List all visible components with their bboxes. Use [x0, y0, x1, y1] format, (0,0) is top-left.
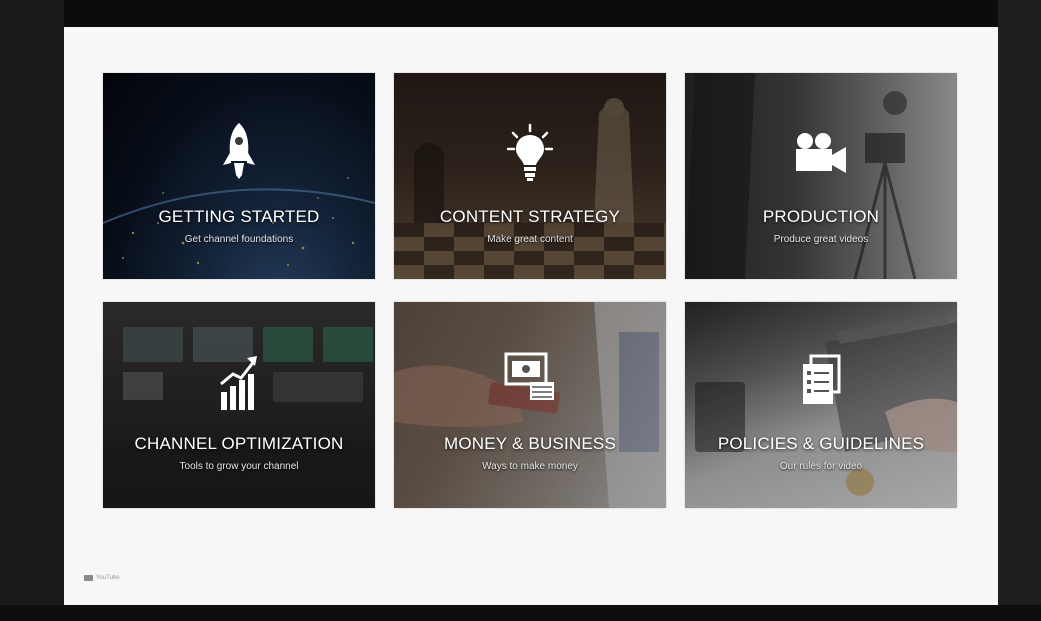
- tile-shade: [394, 302, 666, 508]
- tile-subtitle: Our rules for video: [779, 461, 863, 472]
- tile-policies-guidelines[interactable]: POLICIES & GUIDELINES Our rules for vide…: [685, 302, 957, 508]
- video-bottom-bar: [0, 605, 1041, 621]
- tile-title: CHANNEL OPTIMIZATION: [134, 434, 344, 453]
- tile-content-strategy[interactable]: CONTENT STRATEGY Make great content: [394, 73, 666, 279]
- tile-subtitle: Tools to grow your channel: [179, 461, 299, 472]
- tile-production[interactable]: PRODUCTION Produce great videos: [685, 73, 957, 279]
- tile-subtitle: Ways to make money: [482, 461, 578, 472]
- tile-subtitle: Produce great videos: [773, 234, 869, 245]
- tile-money-business[interactable]: MONEY & BUSINESS Ways to make money: [394, 302, 666, 508]
- tile-shade: [685, 73, 957, 279]
- presentation-slide: GETTING STARTED Get channel foundations: [64, 27, 998, 605]
- video-top-bar: [0, 0, 1041, 27]
- youtube-logo: YouTube: [84, 575, 120, 581]
- logo-text: YouTube: [96, 575, 120, 581]
- tile-subtitle: Get channel foundations: [184, 234, 294, 245]
- tile-subtitle: Make great content: [487, 234, 573, 245]
- tile-title: CONTENT STRATEGY: [439, 207, 621, 226]
- tile-title: PRODUCTION: [762, 207, 880, 226]
- lightbulb-icon: [507, 123, 553, 181]
- video-right-letterbox: [998, 0, 1041, 621]
- money-screen-icon: [504, 352, 554, 400]
- tile-channel-optimization[interactable]: CHANNEL OPTIMIZATION Tools to grow your …: [103, 302, 375, 508]
- tile-title: MONEY & BUSINESS: [444, 434, 616, 453]
- tile-getting-started[interactable]: GETTING STARTED Get channel foundations: [103, 73, 375, 279]
- document-list-icon: [803, 354, 841, 404]
- tile-title: GETTING STARTED: [158, 207, 320, 226]
- growth-chart-icon: [220, 356, 257, 410]
- youtube-play-icon: [84, 575, 93, 581]
- tile-title: POLICIES & GUIDELINES: [717, 434, 925, 453]
- video-camera-icon: [796, 133, 846, 173]
- video-left-letterbox: [0, 0, 64, 621]
- rocket-icon: [223, 123, 255, 179]
